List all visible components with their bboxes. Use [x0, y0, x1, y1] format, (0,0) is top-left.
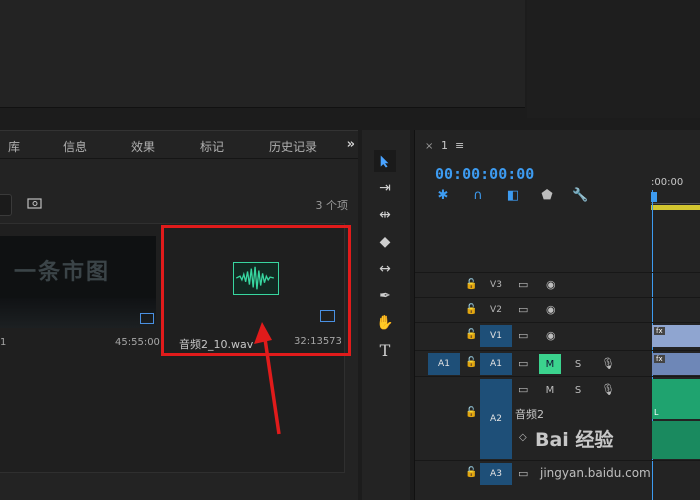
work-area-bar[interactable] [651, 205, 700, 210]
microphone-icon[interactable]: 🎙 [601, 357, 615, 370]
tab-library[interactable]: 库 [8, 138, 20, 155]
lock-icon[interactable]: 🔓 [465, 279, 477, 290]
overflow-icon[interactable]: » [347, 137, 355, 152]
menu-icon[interactable]: ≡ [455, 139, 464, 152]
type-tool-icon[interactable]: T [374, 339, 396, 361]
audio-file-name[interactable]: 音频2_10.wav [179, 336, 253, 352]
mute-button-a2[interactable]: M [539, 380, 561, 400]
track-name-v1[interactable]: V1 [480, 325, 512, 347]
ruler-time-label: :00:00 [651, 177, 684, 188]
tab-effects[interactable]: 效果 [131, 138, 155, 155]
audio-waveform-icon[interactable] [233, 262, 279, 295]
project-tabbar: 库 信息 效果 标记 历史记录 » [0, 131, 358, 159]
lock-icon[interactable]: 🔓 [465, 329, 477, 340]
fx-badge: fx [654, 355, 665, 363]
eye-icon[interactable]: ◉ [546, 303, 556, 316]
camera-icon[interactable]: ▭ [518, 467, 528, 480]
solo-button-a2[interactable]: S [567, 380, 589, 400]
lock-icon[interactable]: 🔓 [465, 304, 477, 315]
camera-icon[interactable]: ▭ [518, 278, 528, 291]
video-item-number: 1 [0, 337, 7, 348]
track-row-v3: 🔓 V3 ▭ ◉ [415, 272, 700, 297]
camera-icon[interactable]: ▭ [518, 329, 528, 342]
mute-button-a1[interactable]: M [539, 354, 561, 374]
audio-clip-a2[interactable]: L [652, 379, 700, 419]
lock-icon[interactable]: 🔓 [465, 357, 477, 368]
snap-icon[interactable]: ∩ [470, 188, 486, 204]
thumbnail-calligraphy: 一条市图 [14, 259, 111, 285]
camera-icon[interactable]: ▭ [518, 303, 528, 316]
solo-button-a1[interactable]: S [567, 354, 589, 374]
track-row-v1: 🔓 V1 ▭ ◉ fx [415, 322, 700, 348]
bin-search-icon[interactable] [27, 197, 43, 209]
track-name-a2[interactable]: A2 [480, 379, 512, 459]
tab-markers[interactable]: 标记 [200, 138, 224, 155]
track-select-tool-icon[interactable]: ⇥ [374, 177, 396, 199]
camera-icon[interactable]: ▭ [518, 357, 528, 370]
wrench-icon[interactable]: 🔧 [572, 188, 588, 204]
top-right-panel [527, 0, 700, 118]
video-thumbnail[interactable]: 一条市图 [0, 236, 156, 328]
track-row-v2: 🔓 V2 ▭ ◉ [415, 297, 700, 322]
item-count: 3 个项 [315, 199, 349, 212]
annotation-arrow-icon [254, 322, 281, 435]
audio-badge-icon [320, 310, 335, 322]
nest-toggle-icon[interactable]: ✱ [435, 188, 451, 204]
microphone-icon[interactable]: 🎙 [601, 383, 615, 396]
selection-tool-icon[interactable] [374, 150, 396, 172]
sequence-tab[interactable]: 1 [441, 139, 448, 152]
video-clip[interactable]: fx [652, 325, 700, 347]
watermark-url: jingyan.baidu.com [540, 466, 651, 480]
linked-selection-icon[interactable]: ◧ [505, 188, 521, 204]
lock-icon[interactable]: 🔓 [465, 467, 477, 478]
camera-icon[interactable]: ▭ [518, 383, 528, 396]
pen-tool-icon[interactable]: ✒ [374, 285, 396, 307]
close-icon[interactable]: × [425, 141, 433, 152]
thumbnail-landscape [0, 298, 156, 328]
a2-clip-label: 音频2 [515, 408, 544, 421]
add-marker-icon[interactable]: ⬟ [539, 188, 555, 204]
audio-duration: 32:13573 [294, 336, 342, 347]
ripple-edit-tool-icon[interactable]: ⇹ [374, 204, 396, 226]
video-badge-icon [140, 313, 154, 324]
fx-badge: fx [654, 327, 665, 335]
watermark-brand: Bai 经验 [535, 429, 614, 451]
track-name-v3[interactable]: V3 [480, 274, 512, 296]
hand-tool-icon[interactable]: ✋ [374, 312, 396, 334]
lock-icon[interactable]: 🔓 [465, 407, 477, 418]
keyframe-icon[interactable]: ◇ [519, 432, 527, 443]
audio-clip-a1[interactable]: fx [652, 353, 700, 375]
audio-clip-a2-lower[interactable] [652, 421, 700, 459]
video-duration: 45:55:00 [115, 337, 160, 348]
eye-icon[interactable]: ◉ [546, 278, 556, 291]
program-monitor-area [0, 0, 525, 108]
track-name-v2[interactable]: V2 [480, 299, 512, 321]
eye-icon[interactable]: ◉ [546, 329, 556, 342]
tab-history[interactable]: 历史记录 [269, 138, 317, 155]
track-name-a1[interactable]: A1 [480, 353, 512, 375]
time-ruler[interactable] [651, 190, 700, 204]
tools-panel: ⇥ ⇹ ◆ ↔ ✒ ✋ T [362, 130, 410, 500]
slip-tool-icon[interactable]: ↔ [374, 258, 396, 280]
razor-tool-icon[interactable]: ◆ [374, 231, 396, 253]
timecode-display[interactable]: 00:00:00:00 [435, 165, 534, 183]
track-name-a3[interactable]: A3 [480, 463, 512, 485]
tab-info[interactable]: 信息 [63, 138, 87, 155]
clip-level-marker: L [654, 408, 659, 417]
track-row-a1: 🔓 A1 ▭ M S 🎙 fx [415, 350, 700, 376]
search-input[interactable] [0, 194, 12, 216]
